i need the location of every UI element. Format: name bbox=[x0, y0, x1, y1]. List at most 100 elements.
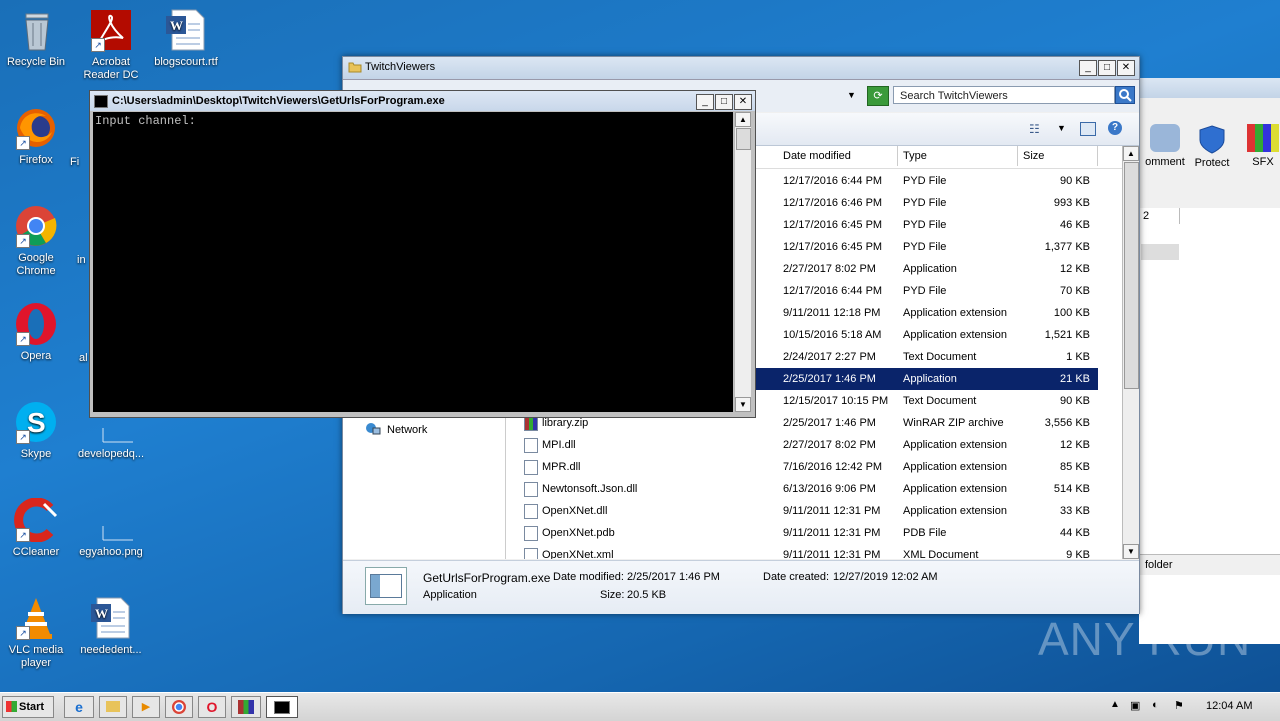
background-file-list[interactable] bbox=[1139, 224, 1280, 644]
taskbar-explorer[interactable] bbox=[99, 696, 127, 718]
taskbar-media-player[interactable]: ▶ bbox=[132, 696, 160, 718]
background-column-header[interactable]: 2 bbox=[1139, 208, 1280, 225]
search-button[interactable] bbox=[1115, 86, 1135, 104]
desktop-icon-vlc[interactable]: ↗ VLC media player bbox=[1, 596, 71, 670]
toolbar-sfx[interactable]: SFX bbox=[1243, 124, 1280, 168]
desktop-icon-label: Acrobat Reader DC bbox=[83, 56, 139, 81]
column-date-modified[interactable]: Date modified bbox=[778, 146, 898, 166]
chevron-down-icon[interactable]: ▼ bbox=[847, 90, 856, 100]
desktop-icon-skype[interactable]: S ↗ Skype bbox=[1, 400, 71, 461]
file-type: WinRAR ZIP archive bbox=[903, 417, 1004, 429]
file-size: 46 KB bbox=[1060, 219, 1090, 231]
minimize-button[interactable]: _ bbox=[1079, 60, 1097, 76]
file-size: 12 KB bbox=[1060, 263, 1090, 275]
table-row[interactable]: OpenXNet.xml 9/11/2011 12:31 PM XML Docume… bbox=[506, 544, 1098, 559]
console-scrollbar[interactable]: ▲ ▼ bbox=[734, 112, 751, 412]
scroll-up-button[interactable]: ▲ bbox=[735, 112, 751, 127]
background-window-titlebar[interactable] bbox=[1139, 78, 1280, 98]
details-date-modified: 2/25/2017 1:46 PM bbox=[627, 571, 720, 583]
close-button[interactable]: ✕ bbox=[1117, 60, 1135, 76]
shield-icon bbox=[1199, 125, 1225, 154]
desktop-icon-chrome[interactable]: ↗ Google Chrome bbox=[1, 204, 71, 278]
desktop-icon-firefox[interactable]: ↗ Firefox bbox=[1, 106, 71, 167]
desktop-icon-label: VLC media player bbox=[8, 644, 64, 669]
file-name: OpenXNet.dll bbox=[542, 505, 608, 517]
file-type: PYD File bbox=[903, 285, 947, 297]
close-button[interactable]: ✕ bbox=[734, 94, 752, 110]
desktop-icon-blogscourt[interactable]: W blogscourt.rtf bbox=[151, 8, 221, 69]
desktop-icon-ccleaner[interactable]: ↗ CCleaner bbox=[1, 497, 71, 559]
refresh-button[interactable]: ⟳ bbox=[867, 86, 889, 106]
taskbar-opera[interactable]: O bbox=[198, 696, 226, 718]
skype-icon: S ↗ bbox=[14, 400, 58, 444]
search-icon bbox=[1119, 89, 1132, 102]
table-row[interactable]: OpenXNet.dll 9/11/2011 12:31 PM Applicatio… bbox=[506, 500, 1098, 522]
column-label: Size bbox=[1023, 150, 1045, 162]
shortcut-arrow-icon: ↗ bbox=[16, 626, 30, 640]
column-size[interactable]: Size bbox=[1018, 146, 1098, 166]
taskbar-ie[interactable]: e bbox=[64, 696, 94, 718]
column-type[interactable]: Type bbox=[898, 146, 1018, 166]
table-row[interactable]: MPR.dll 7/16/2016 12:42 PM Application ext… bbox=[506, 456, 1098, 478]
file-icon bbox=[524, 482, 538, 497]
comment-icon bbox=[1150, 124, 1180, 152]
volume-icon[interactable]: ◐ bbox=[1152, 699, 1159, 711]
desktop-icon-neededent[interactable]: W neededent... bbox=[76, 596, 146, 657]
table-row[interactable]: MPI.dll 2/27/2017 8:02 PM Application exte… bbox=[506, 434, 1098, 456]
desktop-icon-recycle-bin[interactable]: Recycle Bin bbox=[1, 8, 71, 69]
scroll-down-button[interactable]: ▼ bbox=[735, 397, 751, 412]
maximize-button[interactable]: □ bbox=[715, 94, 733, 110]
show-hidden-icons-icon[interactable]: ▲ bbox=[1110, 699, 1120, 710]
start-button[interactable]: Start bbox=[2, 696, 54, 718]
file-date-modified: 9/11/2011 12:18 PM bbox=[783, 307, 881, 319]
svg-text:W: W bbox=[95, 606, 108, 621]
toolbar-protect[interactable]: Protect bbox=[1189, 124, 1235, 169]
details-date-created-label: Date created: bbox=[763, 571, 830, 583]
media-player-icon: ▶ bbox=[141, 701, 151, 713]
list-item[interactable] bbox=[1141, 244, 1179, 260]
help-icon[interactable]: ? bbox=[1108, 121, 1122, 135]
details-filename: GetUrlsForProgram.exe bbox=[423, 571, 551, 585]
search-input[interactable]: Search TwitchViewers bbox=[893, 86, 1115, 104]
file-icon bbox=[524, 548, 538, 559]
console-window[interactable]: C:\Users\admin\Desktop\TwitchViewers\Get… bbox=[89, 90, 756, 418]
file-type: Application extension bbox=[903, 483, 1007, 495]
table-row[interactable]: 2/25/2017 1:46 PM Application 21 KB bbox=[753, 368, 1098, 390]
chevron-down-icon[interactable]: ▼ bbox=[1057, 123, 1066, 133]
taskbar-chrome[interactable] bbox=[165, 696, 193, 718]
view-options-icon[interactable]: ☷ bbox=[1029, 122, 1040, 136]
table-row[interactable]: Newtonsoft.Json.dll 6/13/2016 9:06 PM Appl… bbox=[506, 478, 1098, 500]
file-date-modified: 2/25/2017 1:46 PM bbox=[783, 373, 876, 385]
maximize-button[interactable]: □ bbox=[1098, 60, 1116, 76]
taskbar-winrar[interactable] bbox=[231, 696, 261, 718]
scroll-down-button[interactable]: ▼ bbox=[1123, 544, 1139, 559]
toolbar-comment[interactable]: omment bbox=[1145, 124, 1185, 168]
desktop-icon-acrobat[interactable]: ↗ Acrobat Reader DC bbox=[76, 8, 146, 82]
winrar-icon bbox=[238, 700, 254, 714]
desktop-icon-egyahoo[interactable]: egyahoo.png bbox=[76, 498, 146, 559]
preview-pane-icon[interactable] bbox=[1080, 122, 1096, 136]
desktop-icon-partial[interactable]: Fi bbox=[70, 140, 90, 169]
minimize-button[interactable]: _ bbox=[696, 94, 714, 110]
explorer-title: TwitchViewers bbox=[365, 61, 436, 73]
file-type: PDB File bbox=[903, 527, 947, 539]
desktop-icon-opera[interactable]: ↗ Opera bbox=[1, 302, 71, 363]
desktop-icon-label: Firefox bbox=[19, 154, 53, 166]
taskbar-console[interactable] bbox=[266, 696, 298, 718]
flag-icon[interactable]: ⚑ bbox=[1174, 699, 1184, 712]
scroll-thumb[interactable] bbox=[1124, 162, 1139, 389]
file-date-modified: 10/15/2016 5:18 AM bbox=[783, 329, 882, 341]
file-size: 33 KB bbox=[1060, 505, 1090, 517]
file-name: OpenXNet.pdb bbox=[542, 527, 615, 539]
file-list-scrollbar[interactable]: ▲ ▼ bbox=[1122, 146, 1139, 559]
scroll-thumb[interactable] bbox=[736, 128, 751, 150]
file-date-modified: 12/17/2016 6:45 PM bbox=[783, 219, 883, 231]
table-row[interactable]: OpenXNet.pdb 9/11/2011 12:31 PM PDB File 44… bbox=[506, 522, 1098, 544]
network-tray-icon[interactable]: ▣ bbox=[1130, 699, 1140, 712]
explorer-titlebar[interactable]: TwitchViewers _ □ ✕ bbox=[343, 57, 1139, 80]
background-window[interactable]: omment Protect SFX 2 folder bbox=[1138, 78, 1280, 644]
console-output[interactable]: Input channel: bbox=[93, 112, 733, 412]
scroll-up-button[interactable]: ▲ bbox=[1123, 146, 1139, 161]
console-titlebar[interactable]: C:\Users\admin\Desktop\TwitchViewers\Get… bbox=[90, 91, 755, 111]
clock[interactable]: 12:04 AM bbox=[1206, 700, 1252, 712]
